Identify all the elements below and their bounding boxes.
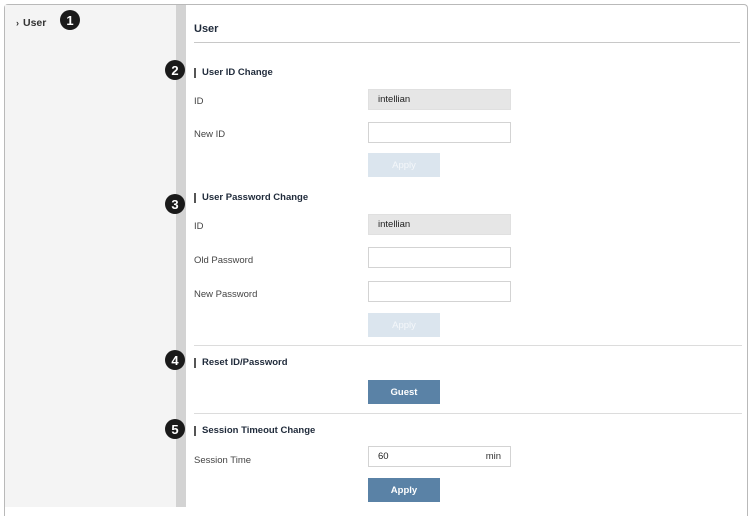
sidebar-item-user[interactable]: › User (16, 17, 46, 29)
id-label: ID (194, 96, 204, 107)
section-title-label: Reset ID/Password (202, 357, 288, 368)
session-time-unit: min (485, 451, 501, 462)
section-title-password-change: User Password Change (194, 192, 308, 203)
callout-badge-3: 3 (165, 194, 185, 214)
section-title-label: Session Timeout Change (202, 425, 316, 436)
callout-badge-5: 5 (165, 419, 185, 439)
section-marker (194, 192, 196, 203)
apply-user-id-button[interactable]: Apply (368, 153, 440, 177)
old-password-label: Old Password (194, 255, 254, 266)
sidebar-item-label: User (23, 17, 47, 29)
apply-session-button[interactable]: Apply (368, 478, 440, 502)
old-password-input[interactable] (368, 247, 511, 268)
session-time-value: 60 (378, 451, 389, 462)
apply-password-button[interactable]: Apply (368, 313, 440, 337)
section-marker (194, 357, 196, 368)
section-marker (194, 425, 196, 436)
section-title-session-timeout: Session Timeout Change (194, 425, 315, 436)
password-id-label: ID (194, 221, 204, 232)
section-title-user-id-change: User ID Change (194, 67, 273, 78)
section-title-reset: Reset ID/Password (194, 357, 288, 368)
callout-badge-4: 4 (165, 350, 185, 370)
section-divider (194, 413, 742, 414)
new-id-input[interactable] (368, 122, 511, 143)
section-title-label: User ID Change (202, 67, 273, 78)
page-title: User (194, 23, 219, 35)
guest-button[interactable]: Guest (368, 380, 440, 404)
section-divider (194, 345, 742, 346)
title-divider (194, 42, 740, 43)
sidebar (5, 5, 176, 507)
id-readonly-field: intellian (368, 89, 511, 110)
new-password-label: New Password (194, 289, 258, 300)
new-password-input[interactable] (368, 281, 511, 302)
session-time-label: Session Time (194, 455, 252, 466)
new-id-label: New ID (194, 129, 226, 140)
password-id-readonly-field: intellian (368, 214, 511, 235)
session-time-input[interactable]: 60 min (368, 446, 511, 467)
chevron-right-icon: › (16, 18, 19, 28)
section-title-label: User Password Change (202, 192, 309, 203)
callout-badge-1: 1 (60, 10, 80, 30)
section-marker (194, 67, 196, 78)
callout-badge-2: 2 (165, 60, 185, 80)
